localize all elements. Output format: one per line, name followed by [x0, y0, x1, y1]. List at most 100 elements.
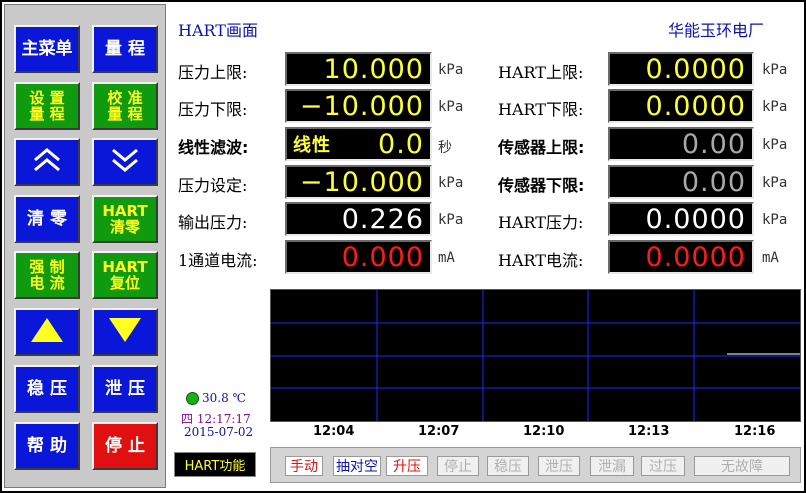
status-indicator: 停止 — [437, 456, 479, 476]
unit-label: mA — [762, 250, 779, 266]
menu-button-15[interactable]: 停 止 — [92, 422, 158, 470]
field-label: HART压力: — [498, 213, 584, 232]
x-tick-label: 12:10 — [523, 424, 565, 439]
value-display[interactable]: 0.0000 — [608, 89, 754, 123]
menu-button-13[interactable]: 泄 压 — [92, 365, 158, 413]
value-display[interactable]: 0.226 — [285, 202, 432, 236]
date: 2015-07-02 — [184, 425, 254, 439]
status-indicator: 泄压 — [538, 456, 580, 476]
double-chevron-down-icon — [108, 145, 142, 179]
menu-button-14[interactable]: 帮 助 — [14, 422, 80, 470]
menu-button-2[interactable]: 设 置 量 程 — [14, 82, 80, 130]
button-label: 量 程 — [105, 39, 145, 59]
value-text: 0.0000 — [645, 203, 746, 235]
value-display[interactable]: 线性 0.0 — [285, 127, 432, 161]
value-display[interactable]: 0.0000 — [608, 202, 754, 236]
unit-label: kPa — [762, 99, 788, 115]
triangle-up-button[interactable] — [14, 308, 80, 356]
x-tick-label: 12:16 — [734, 424, 776, 439]
field-label: 输出压力: — [178, 213, 248, 232]
value-text: 0.0000 — [645, 53, 746, 85]
trend-grid — [271, 290, 800, 421]
value-display[interactable]: 10.000 — [285, 52, 432, 86]
company-name: 华能玉环电厂 — [668, 21, 765, 40]
double-chevron-up-button[interactable] — [14, 138, 80, 186]
field-label: 压力上限: — [178, 63, 248, 82]
menu-button-1[interactable]: 量 程 — [92, 25, 158, 73]
unit-label: kPa — [762, 212, 788, 228]
button-label: 清 零 — [27, 209, 67, 229]
status-indicator: 泄漏 — [590, 456, 634, 476]
pressure-trend-chart — [270, 289, 801, 422]
status-indicator: 无故障 — [694, 456, 790, 476]
button-label: 稳 压 — [27, 379, 67, 399]
unit-label: kPa — [762, 137, 788, 153]
menu-button-12[interactable]: 稳 压 — [14, 365, 80, 413]
button-label: 校 准 量 程 — [107, 89, 143, 123]
status-indicator: 过压 — [641, 456, 685, 476]
value-display[interactable]: −10.000 — [285, 89, 432, 123]
unit-label: kPa — [438, 212, 464, 228]
button-label: 主菜单 — [21, 39, 73, 59]
value-display[interactable]: 0.00 — [608, 165, 754, 199]
value-text: 10.000 — [323, 53, 424, 85]
status-indicator: 手动 — [285, 456, 323, 476]
value-text: −10.000 — [299, 90, 424, 122]
field-label: 压力设定: — [178, 176, 248, 195]
unit-label: kPa — [438, 99, 464, 115]
value-display[interactable]: 0.00 — [608, 127, 754, 161]
field-label: HART电流: — [498, 251, 584, 270]
triangle-down-icon — [106, 315, 144, 349]
field-label: HART上限: — [498, 63, 584, 82]
unit-label: kPa — [762, 175, 788, 191]
double-chevron-up-icon — [30, 145, 64, 179]
field-label: 压力下限: — [178, 100, 248, 119]
menu-button-6[interactable]: 清 零 — [14, 195, 80, 243]
menu-button-8[interactable]: 强 制 电 流 — [14, 251, 80, 299]
menu-button-7[interactable]: HART 清零 — [92, 195, 158, 243]
button-label: 帮 助 — [27, 436, 67, 456]
temperature-value: 30.8 ℃ — [202, 391, 246, 405]
button-label: 设 置 量 程 — [29, 89, 65, 123]
value-display[interactable]: −10.000 — [285, 165, 432, 199]
unit-label: kPa — [762, 62, 788, 78]
field-label: 线性滤波: — [178, 138, 249, 157]
value-text: 0.0 — [378, 128, 424, 160]
value-text: 0.00 — [681, 128, 746, 160]
double-chevron-down-button[interactable] — [92, 138, 158, 186]
button-label: HART 清零 — [102, 202, 148, 236]
status-indicator: 稳压 — [487, 456, 529, 476]
status-indicator: 抽对空 — [333, 456, 381, 476]
x-tick-label: 12:04 — [313, 424, 355, 439]
value-text: 0.0000 — [645, 241, 746, 273]
button-label: HART 复位 — [102, 258, 148, 292]
filter-mode: 线性 — [293, 135, 331, 156]
triangle-down-button[interactable] — [92, 308, 158, 356]
x-tick-label: 12:07 — [418, 424, 460, 439]
value-text: 0.226 — [341, 203, 424, 235]
screen-title: HART画面 — [178, 21, 258, 40]
button-label: 泄 压 — [105, 379, 145, 399]
x-tick-label: 12:13 — [628, 424, 670, 439]
status-indicator: 升压 — [386, 456, 428, 476]
unit-label: 秒 — [438, 140, 452, 156]
field-label: HART下限: — [498, 100, 584, 119]
hart-function-button[interactable]: HART功能 — [174, 452, 256, 477]
unit-label: mA — [438, 250, 455, 266]
menu-button-0[interactable]: 主菜单 — [14, 25, 80, 73]
menu-button-3[interactable]: 校 准 量 程 — [92, 82, 158, 130]
value-text: 0.000 — [341, 241, 424, 273]
value-display[interactable]: 0.000 — [285, 240, 432, 274]
value-text: −10.000 — [299, 166, 424, 198]
temperature-readout: 30.8 ℃ — [186, 391, 246, 405]
value-text: 0.0000 — [645, 90, 746, 122]
value-display[interactable]: 0.0000 — [608, 240, 754, 274]
button-label: 停 止 — [105, 436, 145, 456]
triangle-up-icon — [28, 315, 66, 349]
menu-button-9[interactable]: HART 复位 — [92, 251, 158, 299]
field-label: 1通道电流: — [178, 251, 258, 270]
value-display[interactable]: 0.0000 — [608, 52, 754, 86]
unit-label: kPa — [438, 175, 464, 191]
value-text: 0.00 — [681, 166, 746, 198]
field-label: 传感器上限: — [498, 138, 585, 157]
